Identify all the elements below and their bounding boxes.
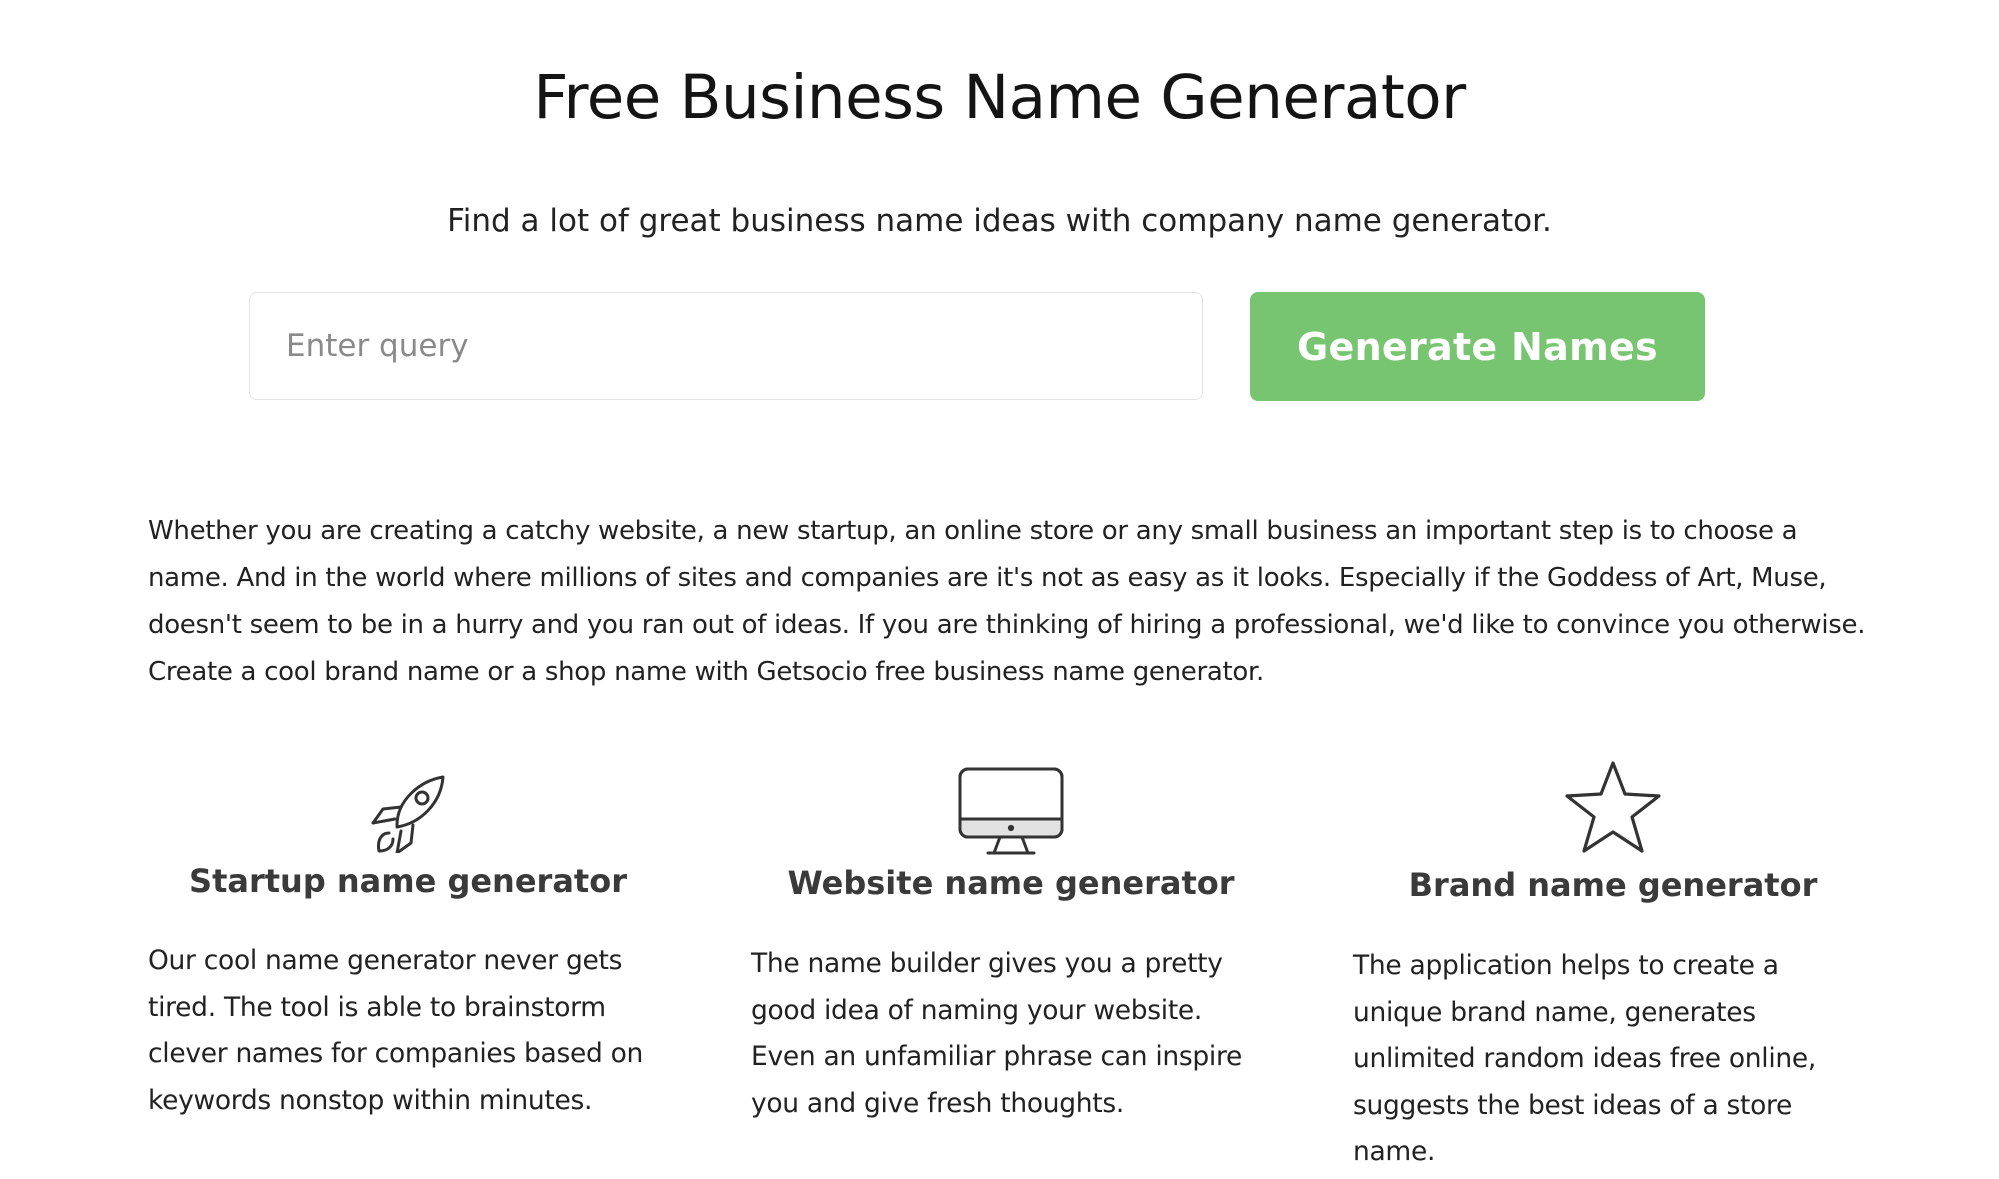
page-title: Free Business Name Generator bbox=[533, 62, 1466, 133]
intro-paragraph: Whether you are creating a catchy websit… bbox=[148, 516, 1866, 687]
feature-title: Startup name generator bbox=[189, 862, 627, 900]
search-input[interactable] bbox=[249, 292, 1203, 400]
feature-text: The name builder gives you a pretty good… bbox=[751, 948, 1243, 1119]
page: Free Business Name Generator Find a lot … bbox=[0, 0, 1999, 1179]
generate-names-button[interactable]: Generate Names bbox=[1250, 292, 1705, 401]
feature-title: Brand name generator bbox=[1408, 866, 1818, 904]
page-subtitle: Find a lot of great business name ideas … bbox=[447, 203, 1552, 239]
star-icon bbox=[1353, 760, 1873, 854]
feature-text: Our cool name generator never gets tired… bbox=[148, 945, 644, 1116]
monitor-icon bbox=[751, 767, 1271, 855]
rocket-icon bbox=[148, 771, 668, 853]
feature-text: The application helps to create a unique… bbox=[1353, 950, 1817, 1167]
feature-title: Website name generator bbox=[787, 864, 1235, 902]
